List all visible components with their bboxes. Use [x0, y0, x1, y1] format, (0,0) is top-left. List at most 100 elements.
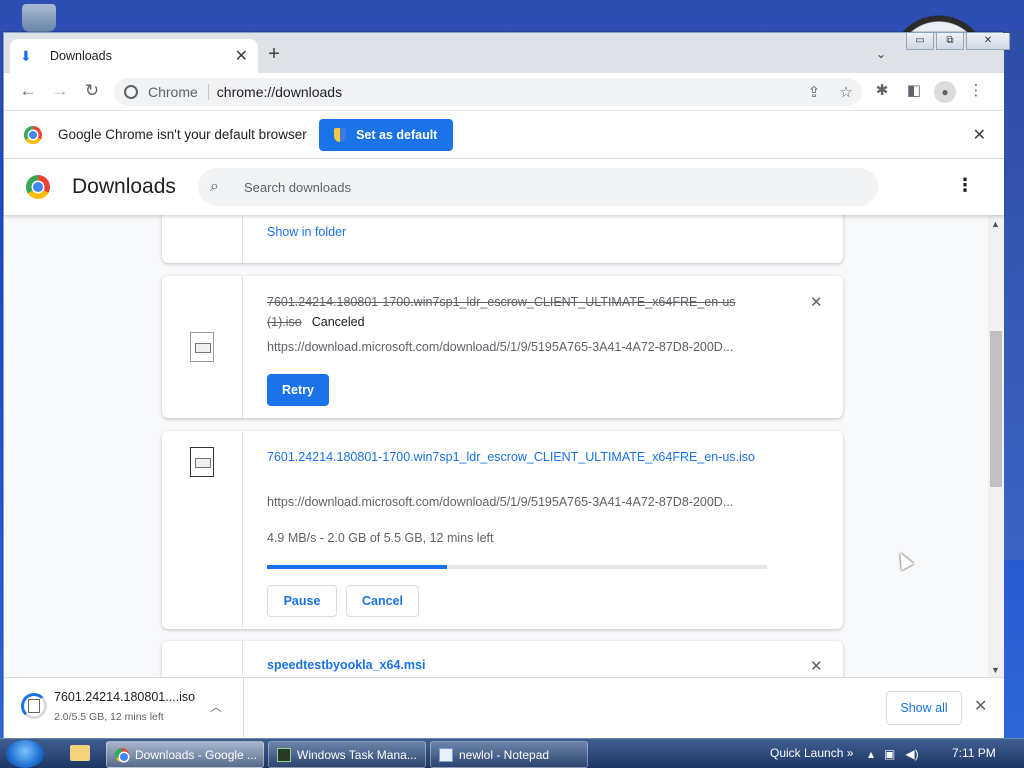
new-tab-button[interactable]: + — [262, 44, 286, 64]
quick-launch-text: Quick Launch — [770, 746, 844, 760]
download-filename: 7601.24214.180801-1700.win7sp1_ldr_escro… — [267, 292, 767, 332]
chrome-window: ⬇ Downloads ✕ + ⌄ ▭ ⧉ ✕ ← → ↻ Chrome chr… — [3, 32, 1010, 739]
download-card-canceled: 7601.24214.180801-1700.win7sp1_ldr_escro… — [162, 276, 843, 418]
restore-button[interactable]: ⧉ — [936, 33, 964, 50]
taskbar-button-chrome[interactable]: Downloads - Google ... — [106, 741, 264, 768]
bookmark-star-icon[interactable]: ☆ — [830, 83, 862, 101]
status-canceled: Canceled — [311, 315, 365, 329]
search-downloads-box[interactable]: ⌕ — [198, 168, 878, 206]
scroll-down-arrow-icon[interactable]: ▼ — [991, 665, 1000, 675]
file-icon — [190, 332, 214, 362]
download-card: Show in folder — [162, 215, 843, 263]
tab-search-chevron-icon[interactable]: ⌄ — [876, 47, 886, 61]
card-divider — [242, 276, 243, 418]
downloads-menu-icon[interactable]: ⋮ — [956, 175, 974, 196]
taskbar-clock[interactable]: 7:11 PM — [952, 746, 996, 760]
show-hidden-icons-icon[interactable]: ▴ — [868, 747, 874, 761]
profile-avatar-icon[interactable]: ● — [934, 81, 956, 103]
taskbar-button-label: Windows Task Mana... — [297, 747, 417, 762]
shelf-item-status: 2.0/5.5 GB, 12 mins left — [54, 711, 164, 723]
cancel-button[interactable]: Cancel — [346, 585, 419, 617]
scroll-thumb[interactable] — [990, 331, 1002, 487]
progress-bar — [267, 565, 767, 569]
taskbar: Downloads - Google ... Windows Task Mana… — [0, 738, 1024, 768]
set-as-default-button[interactable]: Set as default — [318, 118, 453, 151]
download-card: speedtestbyookla_x64.msi ✕ — [162, 641, 843, 677]
download-icon: ⬇ — [20, 47, 32, 64]
tab-close-icon[interactable]: ✕ — [235, 46, 248, 66]
close-window-button[interactable]: ✕ — [966, 33, 1010, 50]
tab-downloads[interactable]: ⬇ Downloads ✕ — [10, 39, 258, 73]
taskbar-button-notepad[interactable]: newlol - Notepad — [430, 741, 588, 768]
task-manager-icon — [277, 747, 291, 762]
chevron-up-icon[interactable]: ︿ — [210, 698, 222, 715]
search-icon: ⌕ — [210, 178, 219, 195]
recycle-bin-icon[interactable] — [22, 4, 56, 32]
download-filename-link[interactable]: 7601.24214.180801-1700.win7sp1_ldr_escro… — [267, 447, 767, 467]
desktop-background — [1003, 30, 1024, 560]
card-divider — [242, 215, 243, 263]
download-url[interactable]: https://download.microsoft.com/download/… — [267, 495, 767, 509]
taskbar-button-task-manager[interactable]: Windows Task Mana... — [268, 741, 426, 768]
extensions-icon[interactable]: ✱ — [870, 81, 894, 103]
search-input[interactable] — [244, 179, 844, 195]
site-label: Chrome — [148, 84, 209, 100]
notepad-icon — [439, 747, 453, 762]
remove-from-list-icon[interactable]: ✕ — [810, 293, 823, 311]
system-tray: ▴ ▣ ◀) — [868, 747, 919, 761]
chrome-logo-icon — [26, 175, 50, 199]
card-divider — [242, 641, 243, 677]
card-divider — [242, 431, 243, 629]
quick-launch-label[interactable]: Quick Launch » — [770, 746, 853, 760]
shelf-item-name: 7601.24214.180801....iso — [54, 690, 196, 704]
reload-icon[interactable]: ↻ — [80, 81, 104, 101]
retry-button[interactable]: Retry — [267, 374, 329, 406]
remove-from-list-icon[interactable]: ✕ — [810, 657, 823, 675]
download-url[interactable]: https://download.microsoft.com/download/… — [267, 340, 767, 354]
shield-icon — [334, 127, 347, 142]
browser-toolbar: ← → ↻ Chrome chrome://downloads ⇪ ☆ ✱ ◧ … — [4, 73, 1004, 111]
downloads-header: Downloads ⌕ ⋮ — [4, 159, 1004, 215]
address-bar[interactable]: Chrome chrome://downloads ⇪ ☆ — [114, 78, 862, 106]
volume-icon[interactable]: ◀) — [905, 747, 918, 761]
file-icon — [190, 447, 214, 477]
default-browser-infobar: Google Chrome isn't your default browser… — [4, 111, 1004, 159]
explorer-icon[interactable] — [70, 745, 90, 761]
infobar-message: Google Chrome isn't your default browser — [58, 127, 307, 142]
infobar-close-icon[interactable]: ✕ — [973, 125, 986, 145]
download-filename-link[interactable]: speedtestbyookla_x64.msi — [267, 655, 767, 675]
forward-icon[interactable]: → — [48, 81, 72, 101]
progress-text: 4.9 MB/s - 2.0 GB of 5.5 GB, 12 mins lef… — [267, 531, 494, 545]
progress-fill — [267, 565, 447, 569]
set-as-default-label: Set as default — [356, 127, 438, 142]
shelf-close-icon[interactable]: ✕ — [974, 696, 987, 716]
menu-kebab-icon[interactable]: ⋮ — [964, 81, 988, 103]
toolbar-icons: ✱ ◧ ● ⋮ — [870, 81, 988, 103]
scrollbar[interactable]: ▲ ▼ — [988, 215, 1004, 677]
show-all-button[interactable]: Show all — [886, 691, 962, 725]
url-text[interactable]: chrome://downloads — [217, 84, 798, 100]
chrome-icon — [115, 747, 129, 762]
tab-strip: ⬇ Downloads ✕ + ⌄ ▭ ⧉ ✕ — [4, 33, 1010, 73]
tab-title: Downloads — [50, 49, 112, 63]
page-title: Downloads — [72, 175, 176, 198]
side-panel-icon[interactable]: ◧ — [902, 81, 926, 103]
back-icon[interactable]: ← — [16, 81, 40, 101]
shelf-download-item[interactable]: 7601.24214.180801....iso 2.0/5.5 GB, 12 … — [4, 678, 244, 739]
start-button[interactable] — [6, 740, 44, 768]
network-icon[interactable]: ▣ — [884, 747, 895, 761]
scroll-up-arrow-icon[interactable]: ▲ — [991, 219, 1000, 229]
download-shelf: 7601.24214.180801....iso 2.0/5.5 GB, 12 … — [4, 677, 1004, 739]
taskbar-button-label: newlol - Notepad — [459, 747, 550, 762]
taskbar-button-label: Downloads - Google ... — [135, 747, 258, 762]
share-icon[interactable]: ⇪ — [798, 83, 830, 101]
progress-ring-icon — [21, 693, 47, 719]
download-card-active: 7601.24214.180801-1700.win7sp1_ldr_escro… — [162, 431, 843, 629]
downloads-list: Show in folder 7601.24214.180801-1700.wi… — [4, 215, 988, 677]
pause-button[interactable]: Pause — [267, 585, 337, 617]
window-controls: ▭ ⧉ ✕ — [906, 33, 1010, 50]
minimize-button[interactable]: ▭ — [906, 33, 934, 50]
chrome-logo-icon — [24, 125, 42, 144]
chrome-site-icon — [124, 85, 138, 99]
show-in-folder-link[interactable]: Show in folder — [267, 225, 346, 239]
